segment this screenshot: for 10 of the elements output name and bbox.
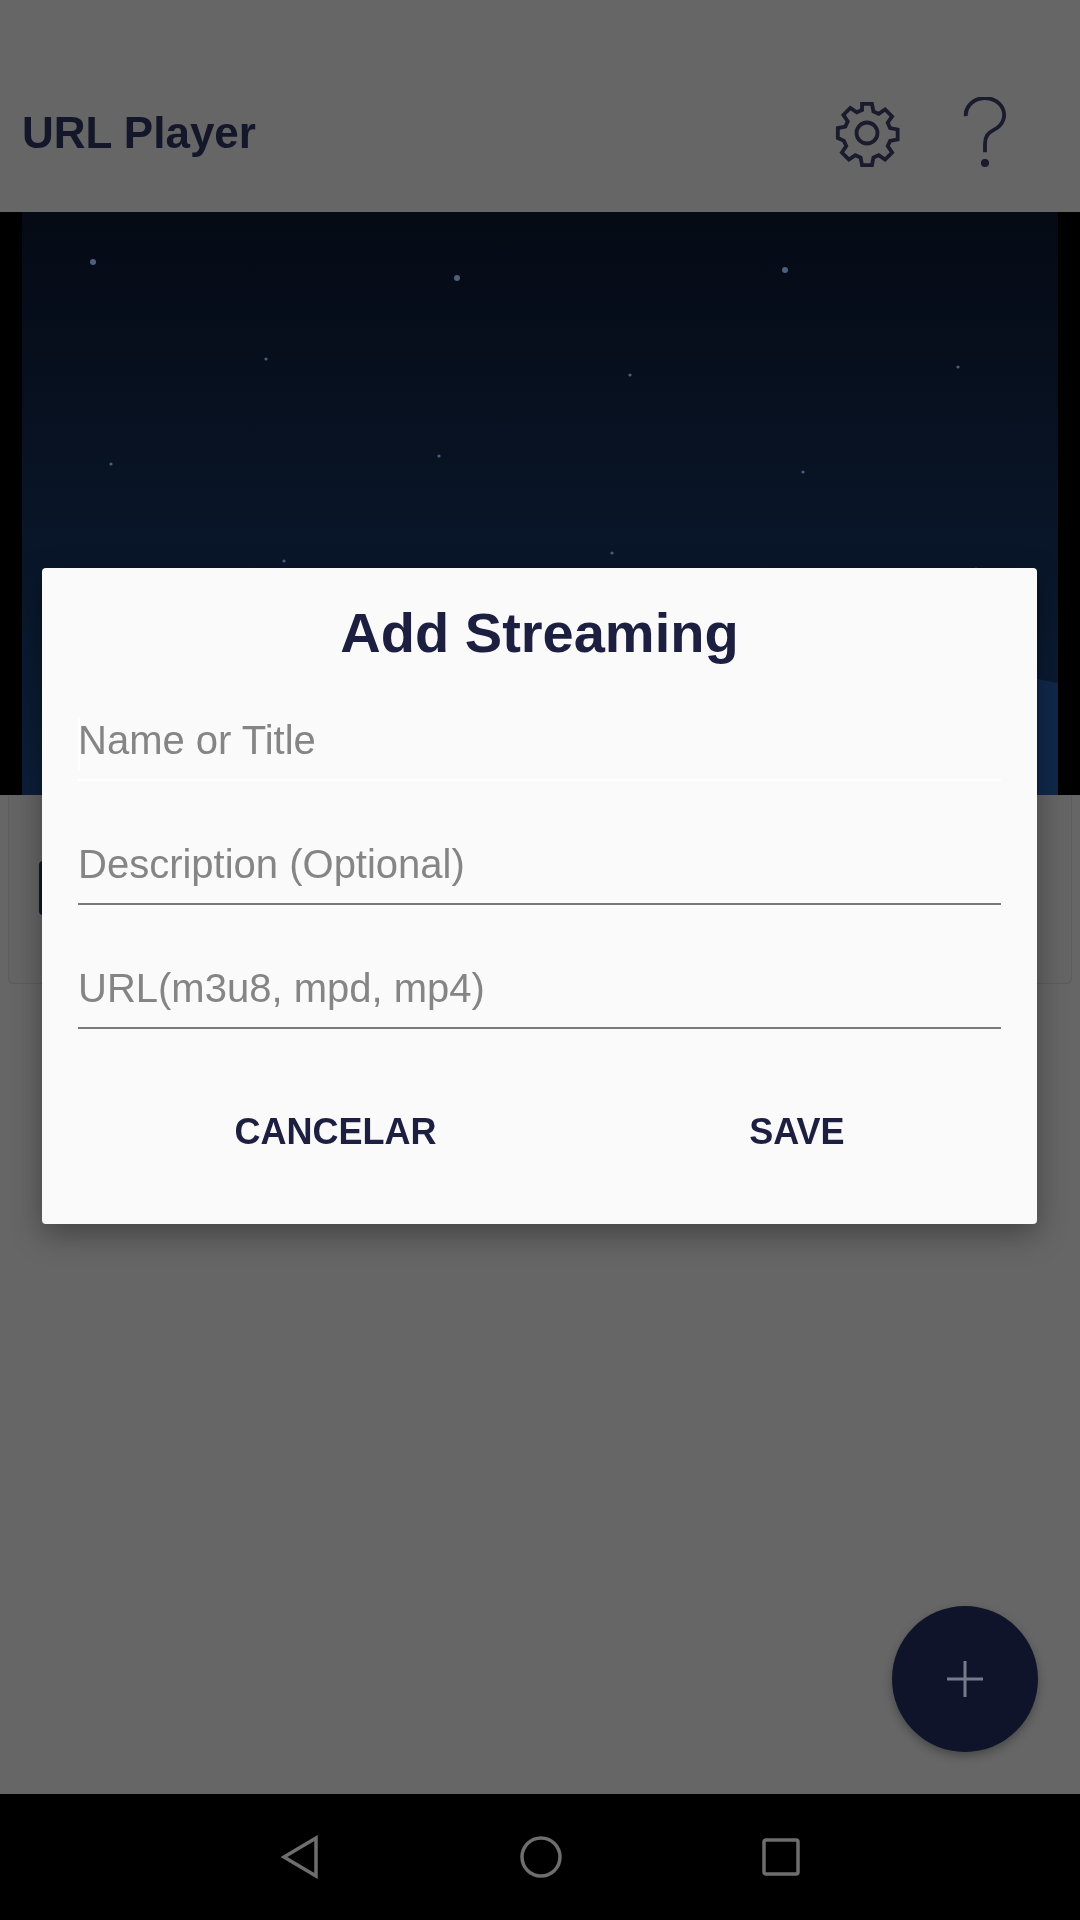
home-icon[interactable] xyxy=(519,1835,563,1879)
back-icon[interactable] xyxy=(279,1835,320,1879)
save-button[interactable]: SAVE xyxy=(729,1095,865,1169)
recents-icon[interactable] xyxy=(762,1838,801,1876)
cancel-button[interactable]: CANCELAR xyxy=(214,1095,457,1169)
app-title: URL Player xyxy=(22,108,256,158)
plus-icon xyxy=(945,1659,985,1699)
dialog-title: Add Streaming xyxy=(339,600,740,665)
input-field[interactable]: URL(m3u8, mpd, mp4) xyxy=(78,957,1001,1029)
input-field[interactable]: Description (Optional) xyxy=(78,833,1001,905)
